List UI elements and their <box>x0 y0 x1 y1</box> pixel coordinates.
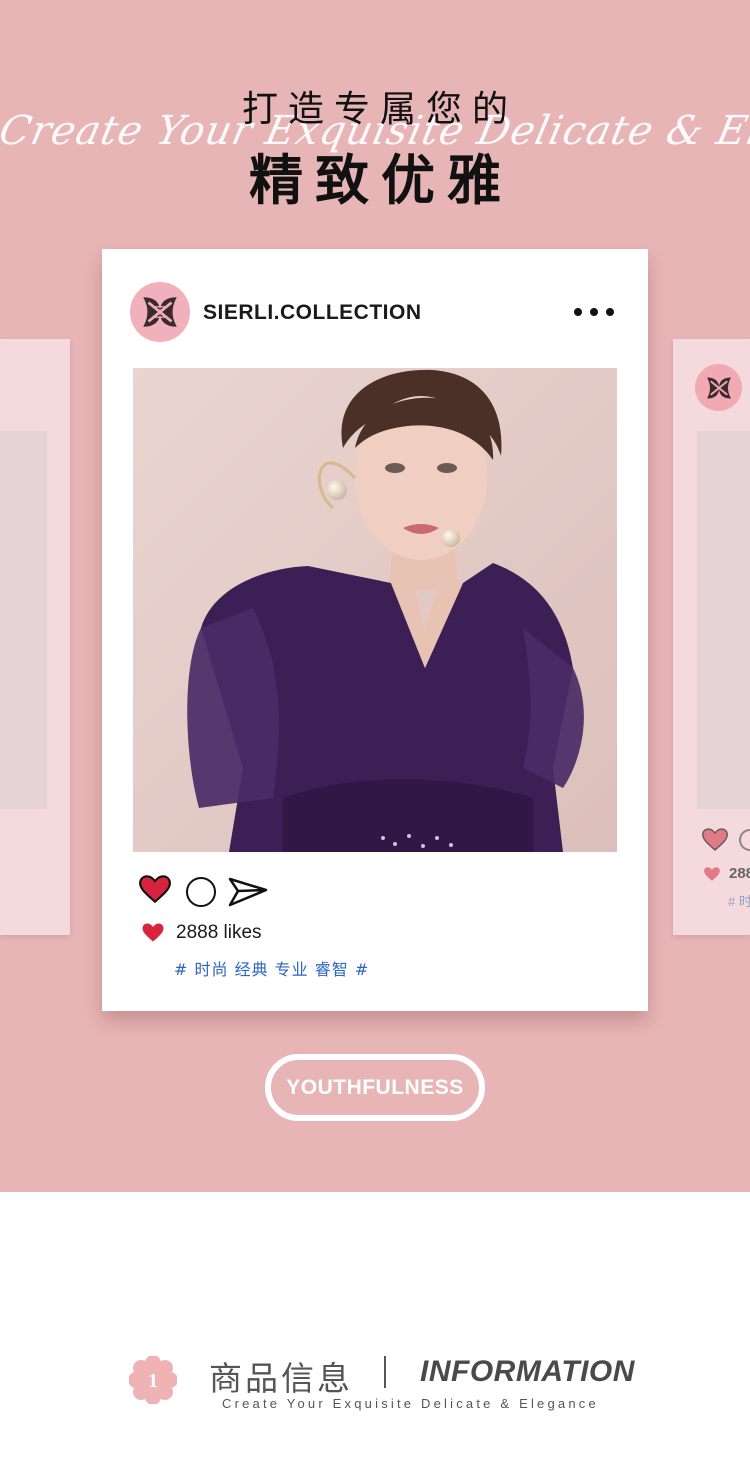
info-subtitle: Create Your Exquisite Delicate & Eleganc… <box>222 1396 599 1411</box>
post-hashtags[interactable]: # 时尚 经典 专业 睿智 # <box>174 956 369 980</box>
headline-line-2: 精致优雅 <box>249 149 513 212</box>
headline-line-1: 打造专属您的 <box>241 89 518 130</box>
info-divider <box>384 1356 386 1388</box>
model-illustration <box>133 368 617 852</box>
comment-icon[interactable] <box>186 877 216 907</box>
post-photo[interactable] <box>133 368 617 852</box>
side-card-photo <box>697 431 750 809</box>
side-card-left[interactable] <box>0 339 70 935</box>
heart-icon <box>142 923 164 942</box>
side-card-avatar <box>695 364 742 411</box>
flower-number-badge: 1 <box>129 1356 177 1404</box>
more-options-icon[interactable] <box>574 301 614 323</box>
account-avatar[interactable] <box>130 282 190 342</box>
side-card-likes: 288 <box>729 865 750 882</box>
account-name[interactable]: SIERLI.COLLECTION <box>203 301 422 325</box>
brand-logo-icon <box>143 297 177 327</box>
info-title-cn: 商品信息 <box>209 1359 353 1398</box>
side-card-right[interactable]: 288 # 时 <box>673 339 750 935</box>
side-card-photo <box>0 431 47 809</box>
info-number: 1 <box>148 1370 158 1392</box>
likes-count: 2888 likes <box>176 922 262 943</box>
heart-icon <box>704 867 720 881</box>
info-title-en: INFORMATION <box>420 1355 635 1388</box>
brand-logo-icon <box>706 377 731 398</box>
heart-icon[interactable] <box>138 874 172 904</box>
youthfulness-button[interactable]: YOUTHFULNESS <box>265 1054 485 1121</box>
comment-icon <box>739 829 750 851</box>
share-icon[interactable] <box>228 876 268 908</box>
heart-icon <box>702 828 728 851</box>
side-card-tags: # 时 <box>728 894 750 909</box>
post-card: SIERLI.COLLECTION 2888 likes # 时尚 经典 专业 … <box>102 249 648 1011</box>
